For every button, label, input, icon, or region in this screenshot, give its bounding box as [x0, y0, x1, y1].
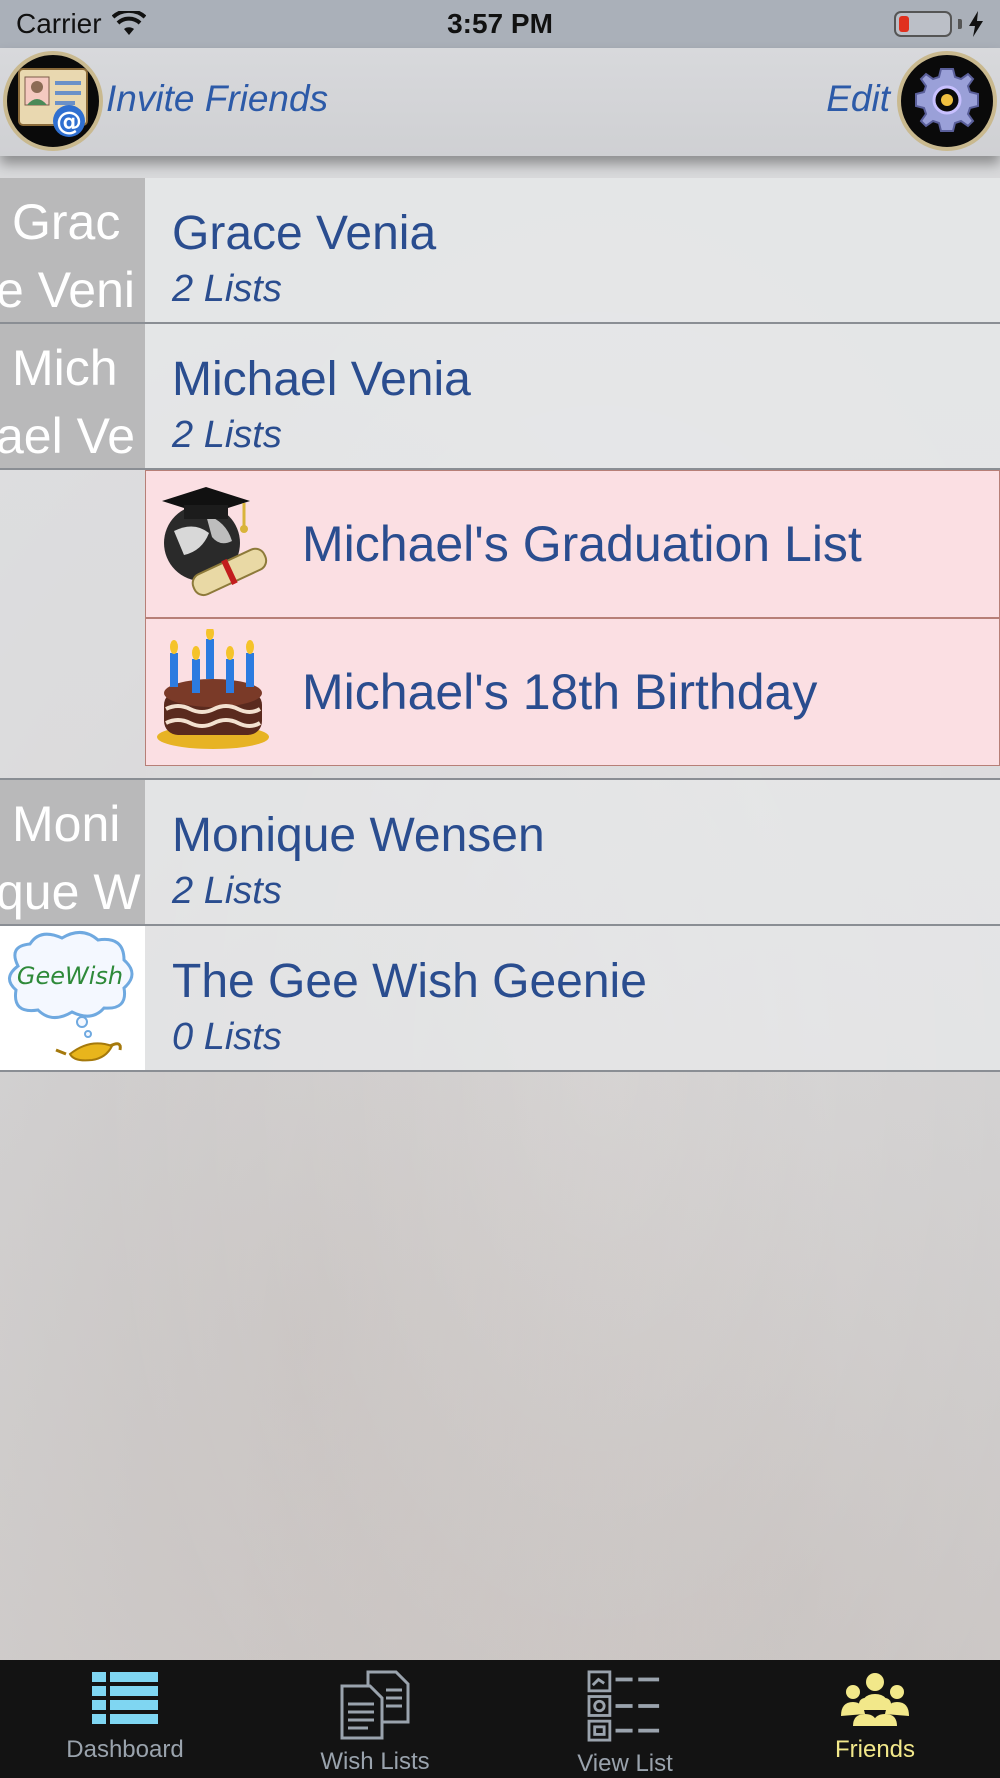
svg-text:@: @: [56, 107, 82, 137]
avatar: Mich ael Ve: [0, 324, 145, 468]
wish-list-item-birthday[interactable]: Michael's 18th Birthday: [145, 618, 1000, 766]
avatar: Grac e Veni: [0, 178, 145, 322]
nav-header: @ Invite Friends Edit: [0, 48, 1000, 156]
tab-wish-lists[interactable]: Wish Lists: [250, 1660, 500, 1778]
avatar-initials-line1: Moni: [12, 796, 121, 852]
avatar: Moni que W: [0, 780, 145, 924]
avatar-initials-line1: Mich: [12, 340, 118, 396]
tab-label: View List: [577, 1750, 673, 1777]
documents-icon: [340, 1670, 410, 1740]
settings-gear-icon[interactable]: [897, 51, 997, 151]
charging-bolt-icon: [969, 11, 983, 37]
graduation-cap-icon: [162, 487, 268, 597]
wish-list-label: Michael's 18th Birthday: [302, 664, 818, 720]
status-bar: Carrier 3:57 PM: [0, 0, 1000, 48]
tab-friends[interactable]: Friends: [750, 1660, 1000, 1778]
friend-name: Monique Wensen: [172, 809, 545, 862]
invite-friends-link[interactable]: Invite Friends: [106, 78, 328, 120]
friend-name: Michael Venia: [172, 353, 471, 406]
friend-row-geenie[interactable]: GeeWish The Gee Wish Geenie 0 Lists: [0, 926, 1000, 1072]
avatar-initials-line2: que W: [0, 864, 141, 920]
avatar-initials-line2: ael Ve: [0, 408, 136, 464]
dashboard-list-icon: [92, 1672, 158, 1724]
wifi-icon: [111, 11, 146, 35]
battery-icon: [894, 11, 952, 37]
friend-row-monique[interactable]: Moni que W Monique Wensen 2 Lists: [0, 780, 1000, 926]
friend-list-count: 2 Lists: [172, 268, 282, 310]
wish-list-label: Michael's Graduation List: [302, 516, 862, 572]
friend-name: Grace Venia: [172, 207, 437, 260]
tab-view-list[interactable]: View List: [500, 1660, 750, 1778]
view-list-icon: [587, 1670, 660, 1742]
wish-list-item-graduation[interactable]: Michael's Graduation List: [145, 470, 1000, 618]
tab-label: Dashboard: [66, 1736, 184, 1763]
edit-link[interactable]: Edit: [826, 78, 890, 120]
friend-list-count: 2 Lists: [172, 414, 282, 456]
friend-list-count: 0 Lists: [172, 1016, 282, 1058]
tab-dashboard[interactable]: Dashboard: [0, 1660, 250, 1778]
friend-row-grace[interactable]: Grac e Veni Grace Venia 2 Lists: [0, 178, 1000, 324]
tab-bar: Dashboard Wish Lists View List Friends: [0, 1660, 1000, 1778]
status-time: 3:57 PM: [447, 8, 553, 39]
friends-group-icon: [841, 1673, 909, 1726]
tab-label: Friends: [834, 1736, 916, 1763]
friend-row-michael[interactable]: Mich ael Ve Michael Venia 2 Lists: [0, 324, 1000, 470]
geewish-logo-text: GeeWish: [17, 962, 123, 990]
birthday-cake-icon: [157, 629, 269, 749]
carrier-label: Carrier: [16, 8, 102, 39]
avatar-initials-line2: e Veni: [0, 262, 136, 318]
avatar-initials-line1: Grac: [12, 194, 121, 250]
invite-friends-icon[interactable]: @: [3, 51, 103, 151]
geewish-logo-avatar: GeeWish: [0, 926, 145, 1070]
michael-expanded-lists: Michael's Graduation List Michael's 18th…: [0, 470, 1000, 780]
friend-list-count: 2 Lists: [172, 870, 282, 912]
tab-label: Wish Lists: [320, 1748, 430, 1775]
friend-name: The Gee Wish Geenie: [172, 955, 647, 1008]
